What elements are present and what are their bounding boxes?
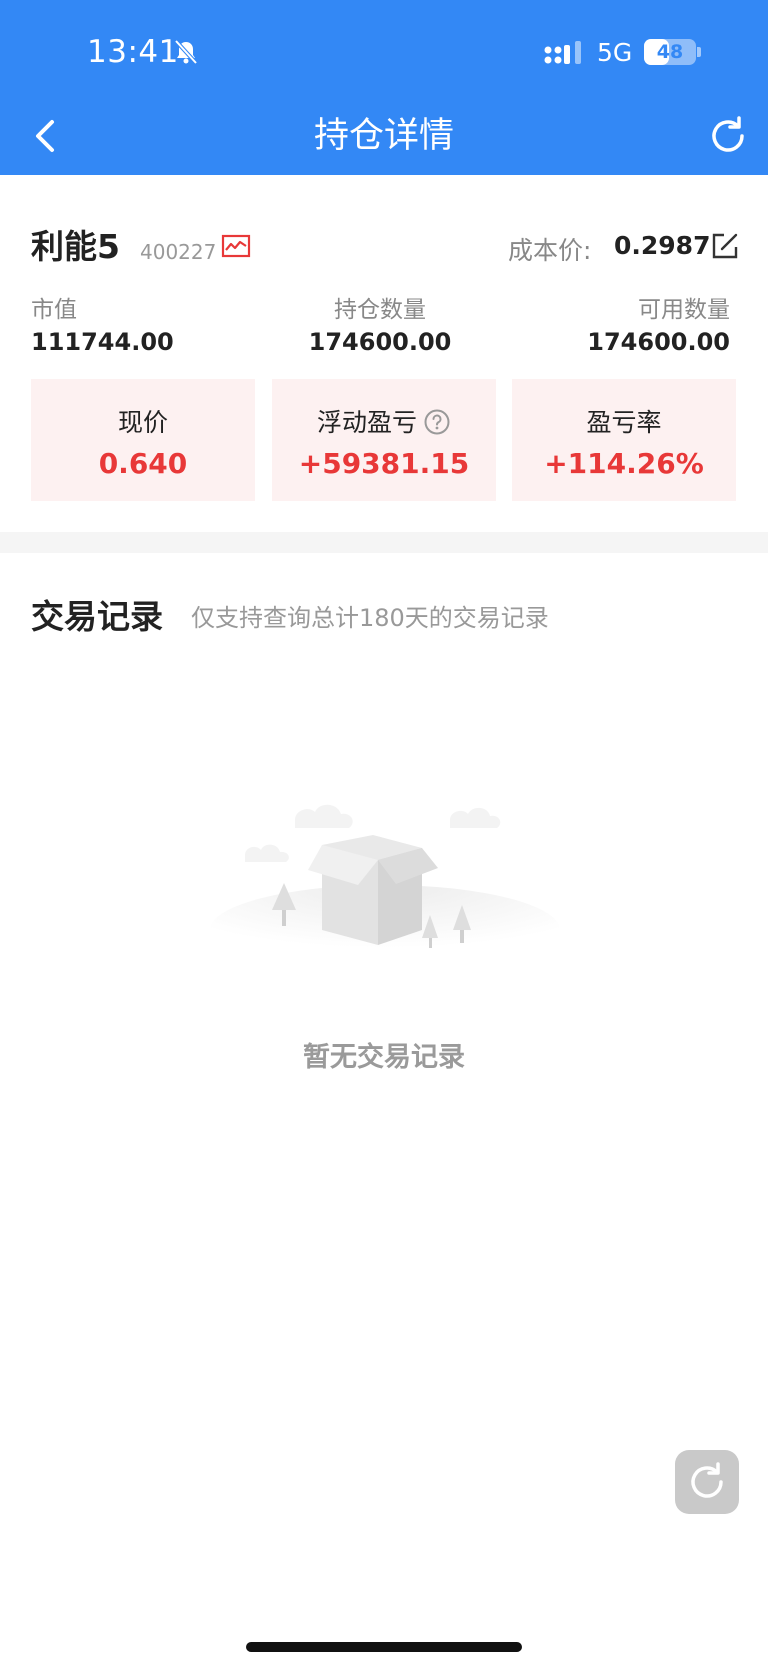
page-title: 持仓详情	[313, 116, 454, 156]
section-divider	[0, 532, 768, 553]
available-qty-value: 174600.00	[587, 328, 730, 356]
cost-price-label: 成本价:	[508, 236, 592, 265]
stock-code: 400227	[140, 240, 217, 264]
empty-state-text: 暂无交易记录	[303, 1042, 465, 1073]
stock-name: 利能5	[31, 227, 120, 266]
question-circle-icon[interactable]	[423, 408, 451, 436]
line-chart-icon[interactable]	[221, 234, 251, 260]
pnl-rate-card: 盈亏率 +114.26%	[512, 379, 736, 501]
refresh-button[interactable]	[704, 112, 752, 160]
edit-icon[interactable]	[711, 232, 739, 260]
app-header: 13:41 5G 48 持仓详情	[0, 0, 768, 175]
current-price-value: 0.640	[98, 447, 188, 480]
cost-price-value: 0.2987	[614, 231, 711, 260]
signal-icon	[544, 41, 581, 64]
floating-pnl-label-row: 浮动盈亏	[272, 403, 496, 439]
status-time: 13:41	[87, 34, 179, 70]
network-type: 5G	[597, 38, 633, 67]
floating-pnl-card: 浮动盈亏 +59381.15	[272, 379, 496, 501]
floating-pnl-label: 浮动盈亏	[316, 408, 417, 437]
available-qty-label: 可用数量	[638, 297, 730, 323]
records-title: 交易记录	[31, 597, 163, 636]
current-price-card: 现价 0.640	[31, 379, 255, 501]
home-indicator	[246, 1642, 522, 1652]
current-price-label: 现价	[117, 408, 168, 437]
battery-cap	[697, 47, 701, 57]
battery-level: 48	[656, 41, 684, 63]
floating-pnl-value: +59381.15	[298, 447, 470, 480]
bell-muted-icon	[174, 39, 198, 65]
records-note: 仅支持查询总计180天的交易记录	[191, 604, 549, 632]
refresh-icon	[691, 1462, 723, 1498]
floating-refresh-button[interactable]	[675, 1450, 739, 1514]
empty-box-icon	[210, 804, 560, 975]
pnl-rate-value: +114.26%	[544, 447, 704, 480]
battery-icon: 48	[644, 39, 696, 65]
pnl-rate-label: 盈亏率	[586, 408, 662, 437]
